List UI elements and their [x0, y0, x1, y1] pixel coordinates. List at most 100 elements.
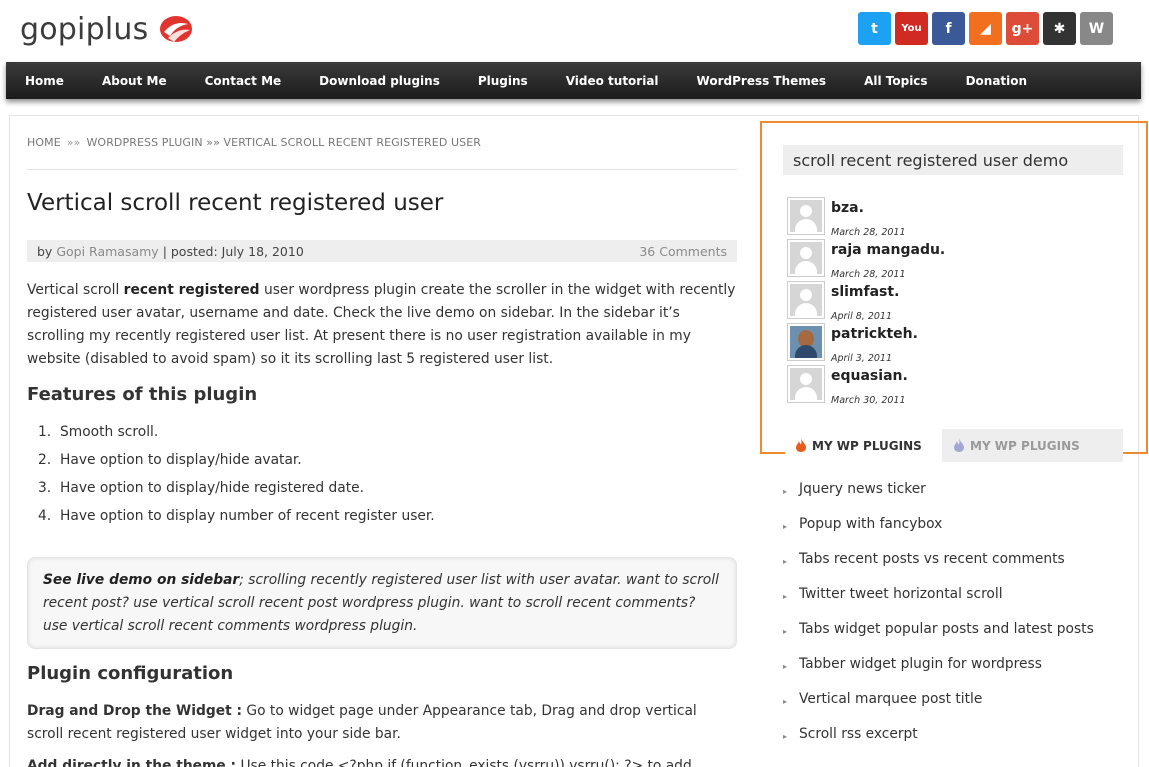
nav-donation[interactable]: Donation [947, 74, 1046, 88]
youtube-icon[interactable]: You [895, 12, 928, 45]
list-item[interactable]: ▸ Tabs widget popular posts and latest po… [783, 621, 1094, 656]
user-item: bza. March 28, 2011 [787, 197, 1087, 239]
avatar [787, 197, 825, 235]
list-text: Smooth scroll. [60, 424, 159, 440]
author-link[interactable]: Gopi Ramasamy [56, 244, 158, 259]
config-paragraph: Drag and Drop the Widget : Go to widget … [27, 700, 737, 746]
rss-icon[interactable]: ◢ [969, 12, 1002, 45]
demo-note-box: See live demo on sidebar; scrolling rece… [27, 557, 737, 649]
flame-icon [796, 438, 806, 452]
recent-users-list: bza. March 28, 2011 raja mangadu. March … [787, 197, 1087, 407]
plugin-link[interactable]: Popup with fancybox [799, 516, 942, 532]
plugin-link[interactable]: Vertical marquee post title [799, 691, 982, 707]
site-logo[interactable]: gopiplus [20, 12, 148, 47]
nav-download-plugins[interactable]: Download plugins [300, 74, 459, 88]
plugin-link[interactable]: Twitter tweet horizontal scroll [799, 586, 1003, 602]
user-name: patrickteh. [831, 326, 918, 342]
plugin-tabs: MY WP PLUGINS MY WP PLUGINS [785, 429, 1123, 462]
breadcrumb-separator: »» [66, 136, 81, 149]
tab-label: MY WP PLUGINS [970, 439, 1080, 453]
list-item[interactable]: ▸ Twitter tweet horizontal scroll [783, 586, 1094, 621]
breadcrumb-current: »» VERTICAL SCROLL RECENT REGISTERED USE… [206, 136, 482, 149]
breadcrumb-section[interactable]: WORDPRESS PLUGIN [86, 136, 202, 149]
user-name: slimfast. [831, 284, 900, 300]
list-number: 2. [38, 452, 52, 468]
user-item: patrickteh. April 3, 2011 [787, 323, 1087, 365]
list-item[interactable]: ▸ Tabber widget plugin for wordpress [783, 656, 1094, 691]
config-bold: Drag and Drop the Widget : [27, 703, 243, 719]
list-item[interactable]: ▸ Tabs recent posts vs recent comments [783, 551, 1094, 586]
comments-link[interactable]: 36 Comments [639, 244, 727, 259]
nav-contact-me[interactable]: Contact Me [186, 74, 301, 88]
nav-video-tutorial[interactable]: Video tutorial [547, 74, 678, 88]
user-date: April 3, 2011 [831, 353, 892, 364]
plugin-link[interactable]: Jquery news ticker [799, 481, 926, 497]
widget-title: scroll recent registered user demo [783, 145, 1123, 175]
user-item: raja mangadu. March 28, 2011 [787, 239, 1087, 281]
nav-all-topics[interactable]: All Topics [845, 74, 947, 88]
tab-label: MY WP PLUGINS [812, 439, 922, 453]
breadcrumb: HOME »» WORDPRESS PLUGIN »» VERTICAL SCROL… [27, 136, 481, 149]
list-text: Have option to display/hide registered d… [60, 480, 364, 496]
arrow-right-icon: ▸ [783, 557, 788, 566]
plugin-link[interactable]: Tabs widget popular posts and latest pos… [799, 621, 1094, 637]
flame-icon [954, 438, 964, 452]
config2-text: Use this code <?php if (function_exists … [236, 758, 692, 767]
avatar [787, 365, 825, 403]
list-item: 1. Smooth scroll. [38, 421, 435, 449]
features-heading: Features of this plugin [27, 384, 258, 405]
nav-plugins[interactable]: Plugins [459, 74, 547, 88]
site-header: gopiplus t You f ◢ g+ ✱ W [0, 0, 1149, 62]
config-paragraph-2: Add directly in the theme : Use this cod… [27, 755, 737, 767]
list-item: 4. Have option to display number of recen… [38, 505, 435, 533]
user-item: equasian. March 30, 2011 [787, 365, 1087, 407]
list-item: 2. Have option to display/hide avatar. [38, 449, 435, 477]
list-number: 4. [38, 508, 52, 524]
nav-home[interactable]: Home [6, 74, 83, 88]
twitter-icon[interactable]: t [858, 12, 891, 45]
list-item[interactable]: ▸ Popup with fancybox [783, 516, 1094, 551]
arrow-right-icon: ▸ [783, 732, 788, 741]
user-date: March 28, 2011 [831, 269, 906, 280]
quote-bold: See live demo on sidebar [43, 572, 240, 588]
logo-swirl-icon [160, 16, 192, 42]
list-item[interactable]: ▸ Scroll rss excerpt [783, 726, 1094, 761]
user-date: April 8, 2011 [831, 311, 892, 322]
features-list: 1. Smooth scroll. 2. Have option to displa… [38, 421, 435, 533]
tab-my-wp-plugins[interactable]: MY WP PLUGINS [785, 429, 942, 462]
list-number: 3. [38, 480, 52, 496]
user-name: equasian. [831, 368, 908, 384]
breadcrumb-home[interactable]: HOME [27, 136, 61, 149]
plugin-link[interactable]: Scroll rss excerpt [799, 726, 918, 742]
divider [27, 169, 737, 170]
arrow-right-icon: ▸ [783, 487, 788, 496]
list-item[interactable]: ▸ Jquery news ticker [783, 481, 1094, 516]
tab-my-wp-plugins-2[interactable]: MY WP PLUGINS [943, 429, 1123, 462]
list-item[interactable]: ▸ Vertical marquee post title [783, 691, 1094, 726]
arrow-right-icon: ▸ [783, 697, 788, 706]
main-nav: Home About Me Contact Me Download plugin… [6, 62, 1141, 99]
user-name: raja mangadu. [831, 242, 946, 258]
list-text: Have option to display number of recent … [60, 508, 435, 524]
joomla-icon[interactable]: ✱ [1043, 12, 1076, 45]
google-plus-icon[interactable]: g+ [1006, 12, 1039, 45]
social-icons: t You f ◢ g+ ✱ W [858, 12, 1113, 45]
plugin-link[interactable]: Tabber widget plugin for wordpress [799, 656, 1042, 672]
arrow-right-icon: ▸ [783, 662, 788, 671]
plugin-link[interactable]: Tabs recent posts vs recent comments [799, 551, 1065, 567]
plugin-links: ▸ Jquery news ticker ▸ Popup with fancybox… [783, 481, 1094, 761]
nav-wordpress-themes[interactable]: WordPress Themes [678, 74, 846, 88]
list-text: Have option to display/hide avatar. [60, 452, 302, 468]
posted-date: | posted: July 18, 2010 [162, 243, 304, 259]
config2-bold: Add directly in the theme : [27, 758, 237, 767]
arrow-right-icon: ▸ [783, 522, 788, 531]
user-item: slimfast. April 8, 2011 [787, 281, 1087, 323]
facebook-icon[interactable]: f [932, 12, 965, 45]
post-meta: by Gopi Ramasamy | posted: July 18, 2010… [27, 240, 737, 262]
intro-paragraph: Vertical scroll recent registered user w… [27, 279, 737, 371]
nav-about-me[interactable]: About Me [83, 74, 186, 88]
list-number: 1. [38, 424, 52, 440]
intro-bold: recent registered [123, 282, 260, 298]
wordpress-icon[interactable]: W [1080, 12, 1113, 45]
avatar [787, 281, 825, 319]
